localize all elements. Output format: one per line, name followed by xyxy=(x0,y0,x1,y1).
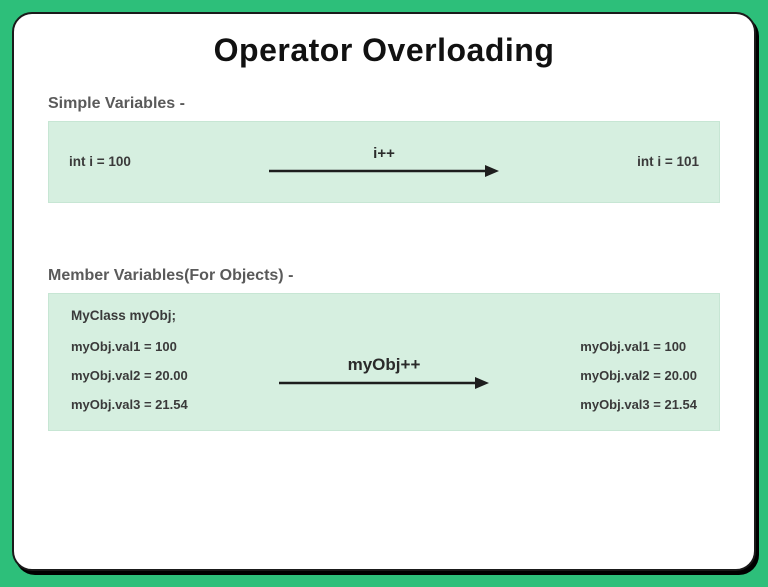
simple-before-value: int i = 100 xyxy=(69,154,131,169)
member-arrow-group: myObj++ xyxy=(274,355,494,390)
member-after-value: myObj.val3 = 21.54 xyxy=(580,397,697,412)
member-after-column: myObj.val1 = 100 myObj.val2 = 20.00 myOb… xyxy=(580,339,697,412)
member-before-column: myObj.val1 = 100 myObj.val2 = 20.00 myOb… xyxy=(71,339,188,412)
member-row: myObj.val1 = 100 myObj.val2 = 20.00 myOb… xyxy=(71,339,697,412)
member-variables-panel: MyClass myObj; myObj.val1 = 100 myObj.va… xyxy=(48,293,720,431)
arrow-right-icon xyxy=(279,376,489,390)
simple-operation-label: i++ xyxy=(373,145,395,162)
simple-variables-panel: int i = 100 i++ int i = 101 xyxy=(48,121,720,203)
member-after-value: myObj.val1 = 100 xyxy=(580,339,697,354)
member-after-value: myObj.val2 = 20.00 xyxy=(580,368,697,383)
member-section-label: Member Variables(For Objects) - xyxy=(48,267,720,285)
member-operation-label: myObj++ xyxy=(348,355,421,375)
object-declaration: MyClass myObj; xyxy=(71,308,697,323)
arrow-right-icon xyxy=(269,164,499,178)
page-title: Operator Overloading xyxy=(48,32,720,69)
simple-arrow-group: i++ xyxy=(264,145,504,178)
member-before-value: myObj.val3 = 21.54 xyxy=(71,397,188,412)
member-before-value: myObj.val1 = 100 xyxy=(71,339,188,354)
simple-after-value: int i = 101 xyxy=(637,154,699,169)
simple-section-label: Simple Variables - xyxy=(48,95,720,113)
member-before-value: myObj.val2 = 20.00 xyxy=(71,368,188,383)
content-card: Operator Overloading Simple Variables - … xyxy=(12,12,756,571)
